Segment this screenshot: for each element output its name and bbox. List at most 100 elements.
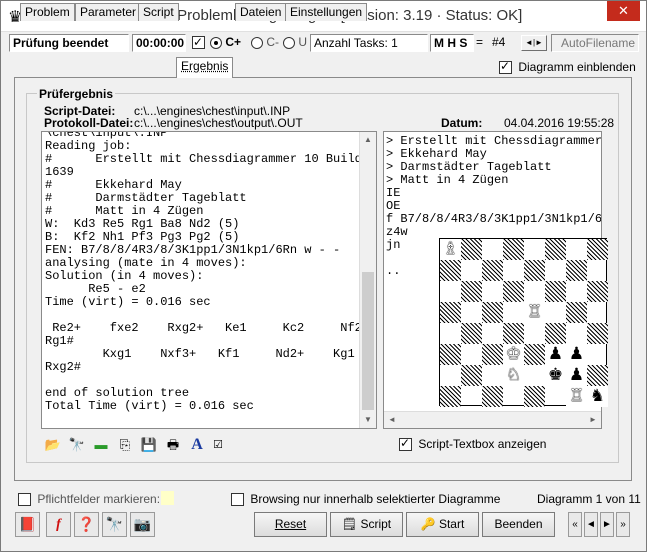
chess-piece: ♘ <box>503 365 524 386</box>
browse-label: Browsing nur innerhalb selektierter Diag… <box>250 492 501 506</box>
main-window: ♛ Chest · Problemlösungs-Engine [Version… <box>0 0 647 552</box>
board-square <box>482 365 503 386</box>
start-button[interactable]: 🔑 Start <box>406 512 479 537</box>
browse-selected[interactable]: Browsing nur innerhalb selektierter Diag… <box>231 492 501 507</box>
mode-u[interactable]: U <box>280 34 310 52</box>
tab-script[interactable]: Script <box>138 3 179 21</box>
chess-piece: ♞ <box>587 386 608 407</box>
output-text: \chest\input\.INP Reading job: # Erstell… <box>45 131 362 413</box>
board-square <box>524 239 545 260</box>
binoculars-icon[interactable]: 🔭 <box>66 435 88 457</box>
board-square <box>524 281 545 302</box>
camera-icon[interactable]: 📷 <box>130 512 155 537</box>
open-folder-icon[interactable]: 📂 <box>42 435 64 457</box>
status-checkbox[interactable] <box>192 34 205 50</box>
scroll-down-icon[interactable]: ▼ <box>360 412 376 428</box>
board-square <box>587 239 608 260</box>
mandatory-checkbox[interactable] <box>18 493 31 507</box>
diagram-toggle-checkbox[interactable] <box>499 59 512 75</box>
result-group-title: Prüfergebnis <box>37 87 116 101</box>
board-square <box>566 239 587 260</box>
board-square <box>461 323 482 344</box>
board-square <box>482 344 503 365</box>
mode-cplus[interactable]: C+ <box>207 34 249 52</box>
mhs-equals: = <box>476 35 484 49</box>
board-square <box>461 239 482 260</box>
mandatory-fields[interactable]: Pflichtfelder markieren: <box>18 492 161 507</box>
board-square <box>524 344 545 365</box>
script-doc-icon: 🗒 <box>341 517 358 531</box>
script-hscrollbar[interactable]: ◄ ► <box>384 411 601 428</box>
board-square <box>524 323 545 344</box>
board-square <box>461 386 482 407</box>
board-square <box>545 281 566 302</box>
tab-dateien[interactable]: Dateien <box>235 3 287 21</box>
mode-cplus-radio[interactable] <box>210 36 222 49</box>
board-square <box>545 302 566 323</box>
board-square <box>524 386 545 407</box>
mhs-count: #4 <box>492 35 506 49</box>
board-square <box>545 323 566 344</box>
mode-u-label: U <box>298 35 308 49</box>
save-icon[interactable]: 💾 <box>138 435 160 457</box>
board-square <box>461 344 482 365</box>
count-spinner[interactable]: ◄|► <box>521 35 547 51</box>
close-button[interactable]: ✕ <box>607 1 640 21</box>
scroll-up-icon[interactable]: ▲ <box>360 132 376 148</box>
help-icon[interactable]: ❓ <box>74 512 99 537</box>
board-square <box>482 260 503 281</box>
script-button[interactable]: 🗒 Script <box>330 512 403 537</box>
book-icon[interactable]: 📕 <box>15 512 40 537</box>
quit-label: Beenden <box>494 517 543 531</box>
board-square <box>503 386 524 407</box>
script-textbox-checkbox[interactable] <box>399 436 412 452</box>
board-square <box>566 323 587 344</box>
board-square <box>587 302 608 323</box>
search-binoculars-icon[interactable]: 🔭 <box>102 512 127 537</box>
board-square <box>440 386 461 407</box>
tab-einstellungen[interactable]: Einstellungen <box>285 3 368 21</box>
board-square <box>503 323 524 344</box>
reset-button[interactable]: Reset <box>254 512 327 537</box>
wrap-check-icon[interactable]: ☑ <box>207 435 229 457</box>
key-icon: 🔑 <box>420 517 436 531</box>
board-square <box>482 323 503 344</box>
board-square <box>545 239 566 260</box>
diagram-toggle-label: Diagramm einblenden <box>518 60 636 74</box>
mandatory-color-swatch[interactable] <box>161 491 174 505</box>
scroll-right-icon[interactable]: ► <box>585 412 601 428</box>
next-diagram-icon[interactable]: ► <box>600 512 614 537</box>
mandatory-label: Pflichtfelder markieren: <box>37 492 161 506</box>
quit-button[interactable]: Beenden <box>482 512 555 537</box>
prev-diagram-icon[interactable]: ◄ <box>584 512 598 537</box>
output-vscrollbar[interactable]: ▲ ▼ <box>359 132 376 428</box>
output-textbox[interactable]: \chest\input\.INP Reading job: # Erstell… <box>41 131 377 429</box>
browse-checkbox[interactable] <box>231 493 244 507</box>
board-square <box>440 281 461 302</box>
scroll-left-icon[interactable]: ◄ <box>384 412 400 428</box>
mode-cminus-radio[interactable] <box>251 36 263 49</box>
diagram-toggle[interactable]: Diagramm einblenden <box>499 59 636 75</box>
board-square <box>503 239 524 260</box>
mode-cminus[interactable]: C- <box>248 34 282 52</box>
script-textbox-toggle[interactable]: Script-Textbox anzeigen <box>399 436 546 452</box>
mode-u-radio[interactable] <box>283 36 295 49</box>
board-square <box>587 323 608 344</box>
diagram-counter: Diagramm 1 von 11 <box>537 492 641 506</box>
clear-icon[interactable]: ▬ <box>90 435 112 457</box>
output-scroll-thumb[interactable] <box>362 272 374 410</box>
board-square <box>587 365 608 386</box>
copy-icon[interactable]: ⎘ <box>114 435 136 457</box>
protocol-file-path: c:\...\engines\chest\output\.OUT <box>134 116 303 130</box>
tab-ergebnis[interactable]: Ergebnis <box>176 57 234 78</box>
last-diagram-icon[interactable]: » <box>616 512 630 537</box>
autofilename-field[interactable]: AutoFilename <box>551 34 639 52</box>
chess-piece: ♔ <box>503 344 524 365</box>
first-diagram-icon[interactable]: « <box>568 512 582 537</box>
font-icon[interactable]: A <box>186 435 208 457</box>
tab-problem[interactable]: Problem <box>20 3 75 21</box>
print-icon[interactable]: 🖶 <box>162 435 184 457</box>
tab-parameter[interactable]: Parameter <box>75 3 142 21</box>
mode-cplus-label: C+ <box>225 35 242 49</box>
flash-icon[interactable]: f <box>46 512 71 537</box>
